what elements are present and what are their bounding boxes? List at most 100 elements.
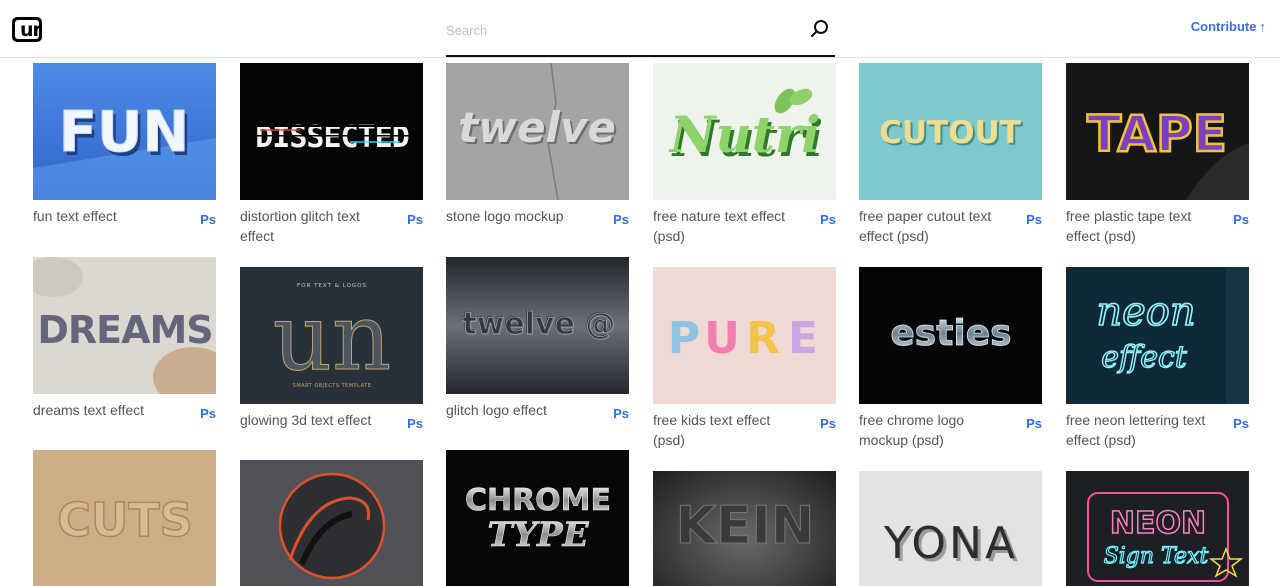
card-thumbnail[interactable]: YONA YONA bbox=[859, 471, 1042, 586]
art-letter: U bbox=[704, 313, 740, 364]
card-caption: free paper cutout text effect (psd) Ps bbox=[859, 206, 1042, 246]
card-stone-logo[interactable]: twelve twelve stone logo mockup Ps bbox=[446, 63, 629, 227]
card-title[interactable]: dreams text effect bbox=[33, 400, 183, 420]
photoshop-badge[interactable]: Ps bbox=[1026, 416, 1042, 431]
card-kein[interactable]: KEIN bbox=[653, 471, 836, 586]
card-thumbnail[interactable]: twelve twelve bbox=[446, 63, 629, 200]
photoshop-badge[interactable]: Ps bbox=[820, 212, 836, 227]
art-text: NEON bbox=[1110, 506, 1206, 541]
card-thumbnail[interactable]: FUN FUN bbox=[33, 63, 216, 200]
art-text: twelve @ bbox=[462, 307, 615, 342]
card-glowing-3d[interactable]: FOR TEXT & LOGOS un SMART OBJECTS TEMPLA… bbox=[240, 267, 423, 431]
art-text: un bbox=[273, 284, 392, 391]
search-bar bbox=[446, 12, 835, 57]
search-input[interactable] bbox=[446, 19, 796, 41]
art-text: YONA bbox=[883, 518, 1018, 569]
card-title[interactable]: fun text effect bbox=[33, 206, 183, 226]
mockup-grid: FUN FUN fun text effect Ps DISSECTED dis… bbox=[0, 0, 1280, 586]
card-title[interactable]: free kids text effect (psd) bbox=[653, 410, 803, 450]
card-title[interactable]: free neon lettering text effect (psd) bbox=[1066, 410, 1216, 450]
art-text: effect bbox=[1101, 340, 1188, 375]
card-thumbnail[interactable]: FOR TEXT & LOGOS un SMART OBJECTS TEMPLA… bbox=[240, 267, 423, 404]
card-title[interactable]: free nature text effect (psd) bbox=[653, 206, 803, 246]
card-plastic-tape[interactable]: TAPE free plastic tape text effect (psd)… bbox=[1066, 63, 1249, 246]
card-thumbnail[interactable]: Nutri Nutri bbox=[653, 63, 836, 200]
card-cuts[interactable]: CUTS bbox=[33, 450, 216, 586]
card-thumbnail[interactable]: neon effect bbox=[1066, 267, 1249, 404]
art-text: Nutri bbox=[668, 105, 821, 164]
photoshop-badge[interactable]: Ps bbox=[613, 212, 629, 227]
card-thumbnail[interactable]: CUTOUT CUTOUT bbox=[859, 63, 1042, 200]
art-text: CUTOUT bbox=[879, 115, 1021, 151]
card-title[interactable]: free paper cutout text effect (psd) bbox=[859, 206, 1009, 246]
photoshop-badge[interactable]: Ps bbox=[1233, 212, 1249, 227]
art-text: Sign Text bbox=[1104, 544, 1209, 569]
art-text: CUTS bbox=[57, 493, 193, 547]
art-text: CHROME bbox=[465, 483, 611, 518]
card-kids-text[interactable]: P U R E free kids text effect (psd) Ps bbox=[653, 267, 836, 450]
contribute-link[interactable]: Contribute ↑ bbox=[1191, 19, 1266, 34]
photoshop-badge[interactable]: Ps bbox=[407, 212, 423, 227]
art-text: KEIN bbox=[676, 496, 815, 556]
card-thumbnail[interactable]: NEON Sign Text bbox=[1066, 471, 1249, 586]
card-chrome-logo[interactable]: esties free chrome logo mockup (psd) Ps bbox=[859, 267, 1042, 450]
card-thumbnail[interactable]: twelve @ twelve @ bbox=[446, 257, 629, 394]
art-letter: P bbox=[668, 313, 700, 364]
card-thumbnail[interactable]: CHROME TYPE bbox=[446, 450, 629, 586]
card-neon-lettering[interactable]: neon effect free neon lettering text eff… bbox=[1066, 267, 1249, 450]
card-dragon-logo[interactable] bbox=[240, 460, 423, 586]
card-caption: free chrome logo mockup (psd) Ps bbox=[859, 410, 1042, 450]
logo-frame: un bbox=[15, 19, 42, 41]
art-text: DREAMS bbox=[37, 308, 212, 352]
art-text: TYPE bbox=[487, 515, 589, 555]
card-fun-text-effect[interactable]: FUN FUN fun text effect Ps bbox=[33, 63, 216, 227]
card-thumbnail[interactable]: KEIN bbox=[653, 471, 836, 586]
card-neon-sign[interactable]: NEON Sign Text bbox=[1066, 471, 1249, 586]
card-thumbnail[interactable]: P U R E bbox=[653, 267, 836, 404]
card-title[interactable]: free plastic tape text effect (psd) bbox=[1066, 206, 1216, 246]
photoshop-badge[interactable]: Ps bbox=[200, 212, 216, 227]
card-caption: free nature text effect (psd) Ps bbox=[653, 206, 836, 246]
card-thumbnail[interactable]: CUTS bbox=[33, 450, 216, 586]
card-caption: dreams text effect Ps bbox=[33, 400, 216, 421]
card-caption: glowing 3d text effect Ps bbox=[240, 410, 423, 431]
photoshop-badge[interactable]: Ps bbox=[1233, 416, 1249, 431]
card-glitch-logo[interactable]: twelve @ twelve @ glitch logo effect Ps bbox=[446, 257, 629, 421]
search-icon[interactable] bbox=[809, 18, 831, 40]
card-thumbnail[interactable]: TAPE bbox=[1066, 63, 1249, 200]
card-nature-text[interactable]: Nutri Nutri free nature text effect (psd… bbox=[653, 63, 836, 246]
card-title[interactable]: free chrome logo mockup (psd) bbox=[859, 410, 1009, 450]
card-chrome-type[interactable]: CHROME TYPE bbox=[446, 450, 629, 586]
logo-text: un bbox=[20, 19, 42, 41]
card-caption: free neon lettering text effect (psd) Ps bbox=[1066, 410, 1249, 450]
card-thumbnail[interactable]: esties bbox=[859, 267, 1042, 404]
card-caption: distortion glitch text effect Ps bbox=[240, 206, 423, 246]
card-thumbnail[interactable] bbox=[240, 460, 423, 586]
card-title[interactable]: distortion glitch text effect bbox=[240, 206, 390, 246]
photoshop-badge[interactable]: Ps bbox=[613, 406, 629, 421]
photoshop-badge[interactable]: Ps bbox=[200, 406, 216, 421]
card-title[interactable]: stone logo mockup bbox=[446, 206, 596, 226]
card-caption: glitch logo effect Ps bbox=[446, 400, 629, 421]
art-letter: R bbox=[746, 313, 780, 364]
photoshop-badge[interactable]: Ps bbox=[820, 416, 836, 431]
contribute-label: Contribute bbox=[1190, 19, 1257, 34]
card-paper-cutout[interactable]: CUTOUT CUTOUT free paper cutout text eff… bbox=[859, 63, 1042, 246]
top-bar: un Contribute↑ bbox=[0, 0, 1280, 58]
card-caption: fun text effect Ps bbox=[33, 206, 216, 227]
art-text: TAPE bbox=[1087, 105, 1227, 163]
art-text: esties bbox=[890, 313, 1011, 354]
art-text: neon bbox=[1096, 289, 1195, 335]
card-yona[interactable]: YONA YONA bbox=[859, 471, 1042, 586]
card-title[interactable]: glitch logo effect bbox=[446, 400, 596, 420]
arrow-up-icon: ↑ bbox=[1259, 19, 1267, 34]
art-text: FUN bbox=[59, 100, 190, 165]
site-logo[interactable]: un bbox=[12, 17, 42, 42]
card-distortion-glitch[interactable]: DISSECTED distortion glitch text effect … bbox=[240, 63, 423, 246]
card-title[interactable]: glowing 3d text effect bbox=[240, 410, 390, 430]
photoshop-badge[interactable]: Ps bbox=[407, 416, 423, 431]
card-thumbnail[interactable]: DREAMS bbox=[33, 257, 216, 394]
card-dreams-text[interactable]: DREAMS dreams text effect Ps bbox=[33, 257, 216, 421]
card-thumbnail[interactable]: DISSECTED bbox=[240, 63, 423, 200]
photoshop-badge[interactable]: Ps bbox=[1026, 212, 1042, 227]
